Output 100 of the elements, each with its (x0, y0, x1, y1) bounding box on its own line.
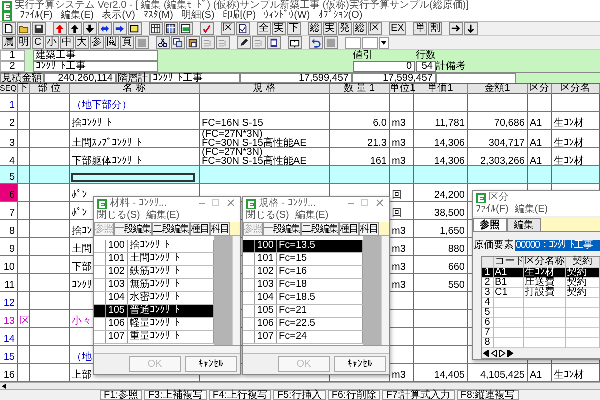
list-row[interactable]: 102 鉄筋ｺﾝｸﾘｰﾄ (94, 266, 214, 279)
function-key[interactable]: F8:縦連複写 (456, 390, 520, 400)
menu-item[interactable]: 編集(E) (295, 211, 329, 221)
toolbar-button[interactable]: 科目 (210, 222, 230, 236)
list-row[interactable]: 101 Fc=15 (243, 253, 363, 266)
toolbar-button[interactable]: 一段編集 (114, 222, 152, 236)
function-key[interactable]: F3:上補複写 (144, 390, 207, 400)
toolbar-button[interactable]: 発 (338, 22, 352, 35)
list-row[interactable]: 105 Fc=21 (243, 305, 363, 318)
menu-item[interactable]: 閉じる(S) (97, 211, 140, 221)
toolbar-button[interactable] (464, 22, 478, 35)
toolbar-button[interactable] (32, 22, 46, 35)
select-field[interactable]: 00000：ｺﾝｸﾘｰﾄ工事 (515, 240, 600, 250)
list-row[interactable]: 106 軽量ｺﾝｸﾘｰﾄ (94, 318, 214, 331)
table-row[interactable]: 2 B1 圧送費 契約 (482, 278, 600, 288)
toolbar-button[interactable] (156, 36, 170, 49)
function-key[interactable]: F7:計算式入力 (382, 390, 455, 400)
row-count-field[interactable]: 54 (416, 61, 436, 72)
table-row[interactable]: 5 (482, 308, 600, 318)
table-row[interactable]: 3 C1 打設費 契約 (482, 288, 600, 298)
menu-item[interactable]: ｳｨﾝﾄﾞｳ(W) (264, 11, 310, 21)
toolbar-button[interactable]: 割 (428, 22, 442, 35)
toolbar-field[interactable] (362, 36, 378, 48)
toolbar-button[interactable] (113, 22, 127, 35)
table-row[interactable]: 5 (0, 166, 600, 184)
toolbar-button[interactable]: EX (389, 22, 406, 35)
menu-item[interactable]: 印刷(P) (222, 11, 256, 21)
toolbar-button[interactable]: 総 (353, 22, 367, 35)
toolbar-button[interactable] (83, 22, 97, 35)
toolbar-button[interactable]: 大 (75, 36, 89, 49)
list-row[interactable]: 103 Fc=18 (243, 279, 363, 292)
list-row[interactable]: 100 捨ｺﾝｸﾘｰﾄ (94, 240, 214, 253)
toolbar-button[interactable]: 頁 (120, 36, 134, 49)
toolbar-button[interactable] (2, 22, 16, 35)
toolbar-button[interactable]: 区 (368, 22, 382, 35)
toolbar-button[interactable] (68, 22, 82, 35)
scrollbar[interactable] (0, 382, 600, 389)
toolbar-button[interactable] (98, 22, 112, 35)
toolbar-button[interactable]: 下 (287, 22, 301, 35)
table-row[interactable]: 1 A1 生ｺﾝ材 契約 (482, 268, 600, 278)
menu-item[interactable]: 表示(V) (102, 11, 136, 21)
list-row[interactable]: 107 重量ｺﾝｸﾘｰﾄ (94, 331, 214, 344)
toolbar-button[interactable]: 種目 (339, 222, 359, 236)
menu-item[interactable]: ﾏｽﾀ(M) (143, 11, 174, 21)
toolbar-button[interactable]: 実 (323, 22, 337, 35)
table-row[interactable]: 7 (482, 328, 600, 338)
cancel-button[interactable]: ｷｬﾝｾﾙ (185, 356, 237, 372)
menu-item[interactable]: ﾌｧｲﾙ(F) (20, 11, 53, 21)
toolbar-button[interactable] (164, 22, 178, 35)
toolbar-button[interactable]: 科目 (359, 222, 379, 236)
toolbar-button[interactable]: 実 (272, 22, 286, 35)
scrollbar[interactable] (243, 346, 389, 354)
list-row[interactable]: 100 Fc=13.5 (243, 240, 363, 253)
discount-field[interactable]: 0 (353, 61, 415, 72)
table-row[interactable]: 4 下部躯体ｺﾝｸﾘｰﾄ (FC=27N*3N) FC=30N S-15高性能AE 161 m3 14,306 2,303,266 A1 生ｺﾝ材 (0, 148, 600, 166)
toolbar-button[interactable]: 単 (413, 22, 428, 35)
toolbar-button[interactable]: 一段編集 (263, 222, 301, 236)
toolbar-button[interactable]: C (32, 36, 44, 49)
menu-item[interactable]: 編集(E) (146, 211, 180, 221)
cell-editor[interactable] (71, 173, 195, 182)
function-key[interactable]: F6:行削除 (328, 390, 380, 400)
menu-item[interactable]: 編集(E) (60, 11, 94, 21)
function-key[interactable]: F1:参照 (100, 390, 142, 400)
menu-item[interactable]: 明細(S) (181, 11, 215, 21)
list-row[interactable]: 104 Fc=18.5 (243, 292, 363, 305)
toolbar-button[interactable] (449, 22, 464, 35)
list-row[interactable]: 106 Fc=22.5 (243, 318, 363, 331)
toolbar-button[interactable]: 中 (60, 36, 74, 49)
toolbar-button[interactable] (171, 36, 185, 49)
toolbar-button[interactable] (309, 36, 323, 49)
toolbar-button[interactable]: 総 (308, 22, 322, 35)
table-row[interactable]: 6 (482, 318, 600, 328)
toolbar-button[interactable] (17, 22, 31, 35)
toolbar-button[interactable] (237, 36, 251, 49)
list-row[interactable]: 107 Fc=24 (243, 331, 363, 344)
function-key[interactable]: F4:上行複写 (208, 390, 272, 400)
list-row[interactable]: 105 普通ｺﾝｸﾘｰﾄ (94, 305, 214, 318)
toolbar-field[interactable] (345, 36, 361, 48)
table-row[interactable]: 4 (482, 298, 600, 308)
table-row[interactable]: 2 捨ｺﾝｸﾘｰﾄ FC=16N S-15 6.0 m3 11,781 70,686 A1 生ｺﾝ材 (0, 112, 600, 130)
toolbar-button[interactable]: 二段編集 (301, 222, 339, 236)
list-row[interactable]: 101 土間ｺﾝｸﾘｰﾄ (94, 253, 214, 266)
toolbar-button[interactable]: 種目 (190, 222, 210, 236)
toolbar-button[interactable] (267, 36, 281, 49)
toolbar-button[interactable] (236, 22, 250, 35)
toolbar-button[interactable]: 明 (17, 36, 31, 49)
scrollbar[interactable] (94, 346, 240, 354)
scrollbar[interactable] (232, 236, 240, 345)
toolbar-button[interactable]: 区 (221, 22, 235, 35)
toolbar-button[interactable]: 全 (257, 22, 271, 35)
function-key[interactable]: F5:行挿入 (273, 390, 326, 400)
scroll-left-icon[interactable] (2, 384, 6, 388)
toolbar-button[interactable]: 閲 (105, 36, 119, 49)
table-row[interactable]: 1 （地下部分） (0, 94, 600, 112)
list-row[interactable]: 103 無筋ｺﾝｸﾘｰﾄ (94, 279, 214, 292)
table-row[interactable]: 3 土間ｽﾗﾌﾞｺﾝｸﾘｰﾄ (FC=27N*3N) FC=30N S-15高性能AE 21.3 m3 14,306 304,717 A1 生ｺﾝ材 (0, 130, 600, 148)
toolbar-button[interactable]: 二段編集 (152, 222, 190, 236)
tab[interactable]: 参照 (473, 218, 507, 232)
cancel-button[interactable]: ｷｬﾝｾﾙ (334, 356, 386, 372)
toolbar-button[interactable]: 参 (90, 36, 104, 49)
